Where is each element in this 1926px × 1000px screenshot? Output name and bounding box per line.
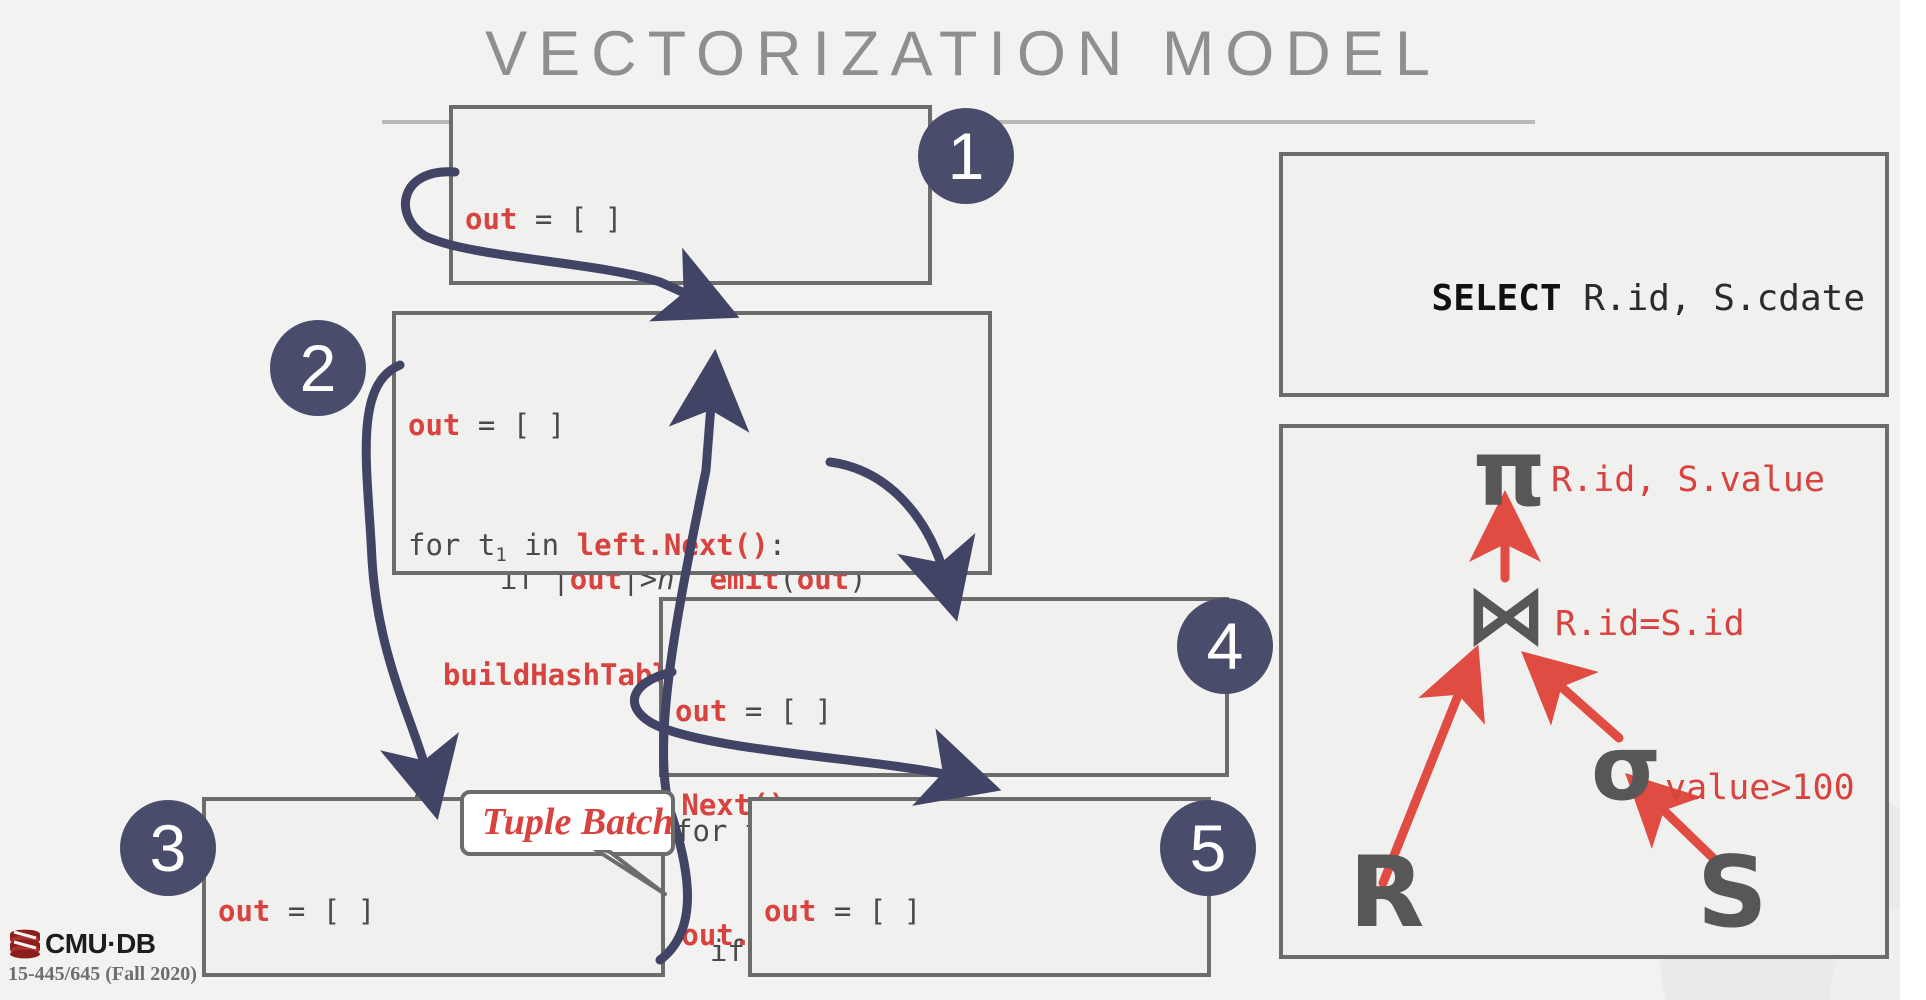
code-box-scan-s: out = [ ] for t in S: out.add(t) if |out… [748,797,1211,977]
query-plan-panel: π R.id, S.value ⋈ R.id=S.id σ value>100 … [1279,420,1889,959]
step-badge-2-label: 2 [299,331,337,405]
page-title: VECTORIZATION MODEL [485,19,1441,89]
step-badge-1: 1 [918,108,1014,204]
plan-join-label: R.id=S.id [1555,604,1745,644]
plan-select-symbol: σ [1591,716,1662,821]
step-badge-2: 2 [270,320,366,416]
sql-line: SELECT R.id, S.cdate [1431,278,1865,319]
tuple-batch-tail [578,846,667,896]
tuple-batch-label: Tuple Batch [482,801,674,843]
plan-select-label: value>100 [1665,768,1855,808]
step-badge-5-label: 5 [1189,811,1227,885]
code-box-projection: out = [ ] for t in child.Next(): out.add… [449,105,932,596]
course-label: 15-445/645 (Fall 2020) [8,963,197,985]
step-badge-5: 5 [1160,800,1256,896]
code-box-hash-join: out = [ ] for t1 in left.Next(): buildHa… [392,311,992,956]
database-icon [10,929,40,959]
step-badge-1-label: 1 [947,119,985,193]
plan-join-symbol: ⋈ [1465,568,1547,663]
code-box-filter: out = [ ] for t in child.Next(): if eval… [659,597,1229,968]
step-badge-4: 4 [1177,598,1273,694]
code-line: out = [ ] [675,694,833,728]
step-badge-4-label: 4 [1206,609,1244,683]
plan-relation-s: S [1697,836,1768,950]
code-line: out = [ ] [764,894,922,928]
plan-relation-r: R [1349,836,1425,950]
tuple-batch-callout: Tuple Batch [460,790,675,900]
footer-branding: CMU·DB 15-445/645 (Fall 2020) [8,928,197,986]
step-badge-3-label: 3 [149,811,187,885]
code-line: for t1 in left.Next(): [408,528,787,566]
plan-projection-label: R.id, S.value [1551,460,1825,500]
right-edge-band [1900,0,1926,1000]
code-line: out = [ ] [465,202,623,236]
sql-query-panel: SELECT R.id, S.cdate FROM R JOIN S ON R.… [1279,152,1889,769]
code-line: out = [ ] [408,408,566,442]
step-badge-3: 3 [120,800,216,896]
logo-text: CMU·DB [45,928,156,959]
plan-projection-symbol: π [1473,420,1546,527]
